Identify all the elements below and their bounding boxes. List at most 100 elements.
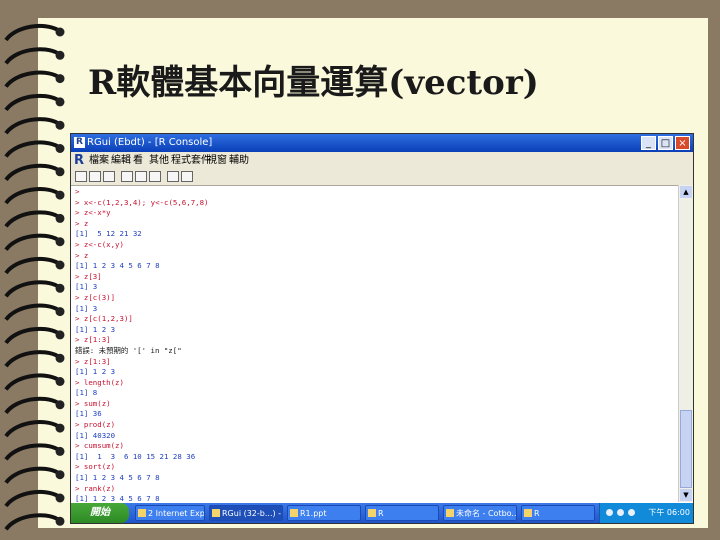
console-line: [1] 5 12 21 32: [75, 229, 142, 239]
binding-ring: [4, 256, 59, 275]
r-app-icon: R: [74, 137, 85, 148]
binding-hole: [55, 120, 65, 130]
start-button[interactable]: 開始: [71, 503, 129, 523]
console-line: [1] 1 2 3 4 5 6 7 8: [75, 473, 160, 483]
binding-hole: [55, 400, 65, 410]
binding-hole: [55, 50, 65, 60]
taskbar-rgui[interactable]: RGui (32-b...) - [...: [209, 505, 283, 521]
system-tray: 下午 06:00: [599, 503, 693, 523]
console-line: > z[c(1,2,3)]: [75, 314, 133, 324]
binding-ring: [4, 396, 59, 415]
binding-hole: [55, 470, 65, 480]
console-line: > sort(z): [75, 462, 116, 472]
scroll-up-icon[interactable]: ▲: [680, 186, 692, 198]
spiral-binding: [4, 23, 65, 531]
taskbar-ppt[interactable]: R1.ppt: [287, 505, 361, 521]
menu-view[interactable]: 看: [133, 152, 143, 169]
taskbar-ie[interactable]: 2 Internet Exp...: [135, 505, 205, 521]
console-line: > cumsum(z): [75, 441, 124, 451]
taskbar: 開始 2 Internet Exp... RGui (32-b...) - [.…: [71, 503, 693, 523]
window-titlebar[interactable]: R RGui (Ebdt) - [R Console] _ □ ×: [71, 134, 693, 152]
stop-icon[interactable]: [167, 171, 179, 182]
tray-network-icon[interactable]: [606, 509, 613, 516]
menu-file[interactable]: 檔案: [89, 152, 109, 169]
binding-ring: [4, 187, 59, 205]
tray-ime-icon[interactable]: [628, 509, 635, 516]
binding-ring: [4, 489, 59, 508]
slide-title: R軟體基本向量運算(vector): [88, 63, 539, 103]
binding-ring: [4, 280, 59, 298]
console-line: > z[1:3]: [75, 356, 111, 366]
binding-hole: [55, 283, 65, 293]
print-icon[interactable]: [181, 171, 193, 182]
menu-windows[interactable]: 視窗: [207, 152, 227, 169]
menu-packages[interactable]: 程式套件: [171, 152, 211, 169]
console-line: [1] 1 2 3: [75, 367, 116, 377]
r-logo-icon: R: [74, 153, 85, 168]
console-line: [1] 1 2 3 4 5 6 7 8: [75, 261, 160, 271]
console-line: > z: [75, 250, 89, 260]
binding-hole: [55, 377, 65, 386]
taskbar-r[interactable]: R: [365, 505, 439, 521]
binding-hole: [55, 516, 65, 526]
binding-ring: [4, 233, 59, 252]
console-line: > sum(z): [75, 398, 111, 408]
console-line: 錯誤: 未預期的 '[' in "z[": [75, 345, 182, 355]
menu-misc[interactable]: 其他: [149, 152, 169, 169]
binding-ring: [4, 326, 59, 345]
folder-icon: [368, 509, 376, 517]
binding-ring: [4, 163, 59, 182]
console-line: > z<-x*y: [75, 208, 111, 218]
console-line: [1] 1 3 6 10 15 21 28 36: [75, 451, 196, 461]
binding-hole: [55, 167, 65, 177]
minimize-button[interactable]: _: [641, 136, 656, 150]
rgui-window: R RGui (Ebdt) - [R Console] _ □ × R 檔案 編…: [70, 133, 694, 524]
clock: 下午 06:00: [648, 508, 690, 517]
console-line: [1] 1 2 3: [75, 324, 116, 334]
r-console-output[interactable]: > > x<-c(1,2,3,4); y<-c(5,6,7,8) > z<-x*y >…: [75, 187, 675, 514]
binding-hole: [55, 213, 65, 223]
close-button[interactable]: ×: [675, 136, 690, 150]
binding-ring: [4, 210, 59, 228]
console-scrollbar[interactable]: ▲ ▼: [678, 185, 693, 502]
menu-help[interactable]: 輔助: [229, 152, 249, 169]
load-workspace-icon[interactable]: [89, 171, 101, 182]
taskbar-r2[interactable]: R: [521, 505, 595, 521]
console-line: [1] 8: [75, 388, 98, 398]
console-line: [1] 3: [75, 282, 98, 292]
binding-ring: [4, 117, 59, 135]
paste-icon[interactable]: [135, 171, 147, 182]
scroll-down-icon[interactable]: ▼: [680, 489, 692, 501]
copy-icon[interactable]: [121, 171, 133, 182]
binding-ring: [4, 513, 59, 531]
binding-ring: [4, 420, 59, 438]
maximize-button[interactable]: □: [658, 136, 673, 150]
console-line: > z[1:3]: [75, 335, 111, 345]
binding-hole: [55, 27, 65, 37]
notepad-icon: [446, 509, 454, 517]
toolbar: [71, 169, 693, 186]
console-line: > z<-c(x,y): [75, 239, 124, 249]
binding-hole: [55, 353, 65, 363]
scroll-thumb[interactable]: [680, 410, 692, 488]
copy-paste-icon[interactable]: [149, 171, 161, 182]
binding-hole: [55, 307, 65, 317]
console-line: >: [75, 187, 80, 196]
binding-hole: [55, 423, 65, 433]
open-script-icon[interactable]: [75, 171, 87, 182]
taskbar-notepad[interactable]: 未命名 - Cotbo...: [443, 505, 517, 521]
window-title: RGui (Ebdt) - [R Console]: [87, 137, 213, 148]
binding-ring: [4, 373, 59, 391]
save-icon[interactable]: [103, 171, 115, 182]
binding-ring: [4, 47, 59, 65]
binding-hole: [55, 260, 65, 270]
binding-hole: [55, 74, 65, 84]
binding-hole: [55, 190, 65, 200]
menu-edit[interactable]: 編輯: [111, 152, 131, 169]
binding-hole: [55, 446, 65, 456]
r-icon: [212, 509, 220, 517]
binding-ring: [4, 70, 59, 88]
tray-volume-icon[interactable]: [617, 509, 624, 516]
console-line: > z: [75, 218, 89, 228]
console-line: > rank(z): [75, 483, 116, 493]
